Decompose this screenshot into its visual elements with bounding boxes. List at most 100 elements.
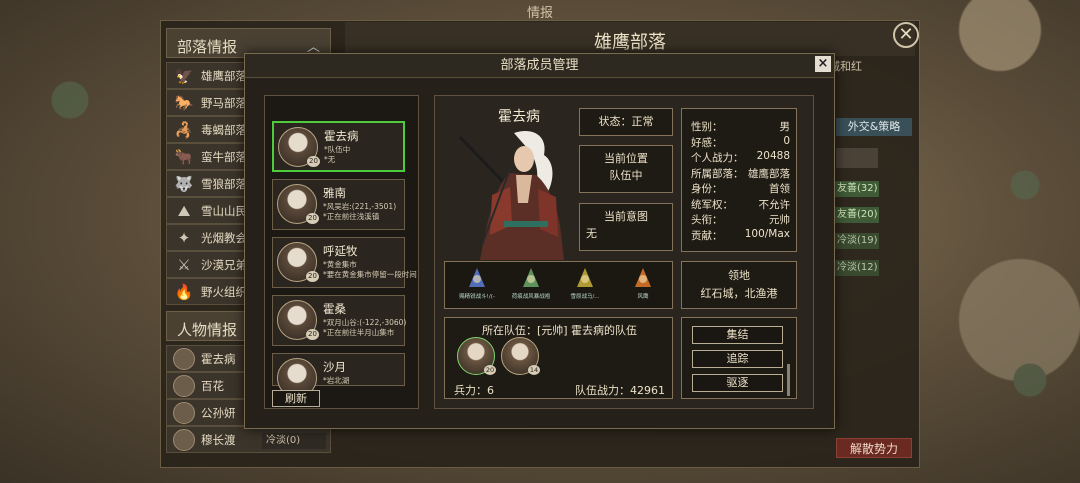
- stat-value: 不允许: [758, 198, 791, 211]
- stat-value: 0: [783, 134, 790, 147]
- phoenix-icon: [635, 268, 651, 287]
- stat-key: 头衔：: [691, 214, 723, 226]
- avatar: [173, 347, 195, 370]
- member-info: *岩北湖: [323, 376, 349, 386]
- member-level: 20: [307, 156, 320, 167]
- relation-cold-label: 冷淡(0): [262, 433, 326, 449]
- team-strength: 兵力：6: [454, 384, 494, 397]
- expel-button[interactable]: 驱逐: [692, 374, 783, 392]
- member-name: 呼延牧: [323, 244, 358, 258]
- equipment-slot[interactable]: 赐精锐战斗!/(-: [455, 262, 499, 308]
- relation-badge: 冷淡(19): [835, 233, 879, 249]
- equipment-slot[interactable]: 荷痕战风暴战袍: [509, 262, 553, 308]
- stat-key: 个人战力：: [691, 152, 744, 164]
- stat-key: 贡献：: [691, 229, 723, 242]
- member-level: 20: [306, 213, 319, 224]
- hero-stats-box: 性别： 男好感： 0 个人战力： 20488 所属部落： 雄鹰部落 身份： 首领 统军权： 不允许头…: [681, 108, 797, 252]
- relation-badge: 友善(32): [835, 181, 879, 197]
- current-intent-value: 无: [586, 227, 597, 240]
- member-info: *黄金集市 *要在黄金集市停留一段时间: [323, 260, 417, 280]
- tribe-section-label: 部落情报: [177, 38, 238, 56]
- background-bar: [836, 148, 878, 168]
- tribe-item-label: 野火组织: [201, 284, 247, 299]
- close-icon[interactable]: ×: [815, 56, 831, 72]
- member-activity: *正在前往半月山集市: [323, 328, 395, 337]
- stat-value: 100/Max: [744, 227, 790, 240]
- member-card[interactable]: 20 呼延牧 *黄金集市 *要在黄金集市停留一段时间: [272, 237, 417, 288]
- team-power: 队伍战力：42961: [575, 384, 665, 397]
- stat-row: 贡献： 100/Max: [691, 228, 790, 244]
- stat-row: 头衔： 元帅: [691, 212, 790, 228]
- current-position-label: 当前位置: [604, 152, 648, 165]
- member-card[interactable]: 沙月 *岩北湖: [272, 353, 405, 398]
- tribe-item-label: 毒蝎部落: [201, 122, 247, 137]
- stat-value: 20488: [756, 150, 790, 162]
- refresh-button[interactable]: 刷新: [272, 390, 320, 407]
- member-activity: *要在黄金集市停留一段时间: [323, 270, 417, 279]
- team-title: 所在队伍：[元帅] 霍去病的队伍: [481, 324, 638, 337]
- avatar: [173, 428, 195, 451]
- member-location: *双月山谷:(-122,-3060): [323, 318, 407, 327]
- robe-icon: [523, 268, 539, 287]
- stat-key: 身份：: [691, 183, 723, 195]
- track-button[interactable]: 追踪: [692, 350, 783, 368]
- member-activity: *无: [324, 155, 336, 164]
- tribe-item-label: 雄鹰部落: [201, 68, 247, 83]
- equipment-label: 荷痕战风暴战袍: [511, 294, 551, 300]
- action-scrollbar[interactable]: [787, 364, 790, 396]
- tribe-emblem-icon: ⛰: [177, 201, 191, 220]
- current-intent-box: 当前意图 无: [579, 203, 673, 251]
- stat-row: 性别： 男: [691, 119, 790, 135]
- team-member-avatar[interactable]: 14: [501, 337, 540, 375]
- hero-name: 霍去病: [498, 109, 540, 125]
- team-member-level: 20: [484, 365, 496, 375]
- avatar: [173, 374, 195, 397]
- tribe-emblem-icon: 🐺: [174, 174, 194, 193]
- member-location: *队伍中: [324, 145, 351, 154]
- member-info: *双月山谷:(-122,-3060) *正在前往半月山集市: [323, 318, 406, 338]
- action-box: 集结 追踪 驱逐: [681, 317, 797, 399]
- stat-row: 统军权： 不允许: [691, 197, 790, 213]
- tab-diplomacy-strategy[interactable]: 外交&策略: [836, 118, 912, 136]
- territory-value: 红石城，北渔港: [700, 287, 778, 300]
- tribe-item-label: 光烟教会: [201, 230, 247, 245]
- team-box: 所在队伍：[元帅] 霍去病的队伍 20 14 兵力：6 队伍战力：42961: [444, 317, 673, 399]
- character-item-label: 公孙妍: [201, 405, 236, 420]
- member-card[interactable]: 20 霍去病 *队伍中 *无: [272, 121, 405, 172]
- current-position-box: 当前位置 队伍中: [579, 145, 673, 193]
- equipment-bar: 赐精锐战斗!/(- 荷痕战风暴战袍 雪原战马/... 风鹰: [444, 261, 673, 309]
- stat-value: 首领: [769, 183, 790, 195]
- member-location: *黄金集市: [323, 260, 357, 269]
- member-level: 20: [306, 329, 319, 340]
- tribe-item-label: 雪狼部落: [201, 176, 247, 191]
- member-card[interactable]: 20 雅南 *风吴岩:(221,-3501) *正在前往浅溪镇: [272, 179, 405, 230]
- avatar: [173, 401, 195, 424]
- member-activity: *正在前往浅溪镇: [323, 212, 380, 221]
- team-member-avatar[interactable]: 20: [457, 337, 496, 375]
- stat-value: 元帅: [769, 214, 790, 226]
- member-name: 沙月: [323, 360, 346, 374]
- tribe-emblem-icon: ✦: [177, 228, 191, 247]
- tribe-emblem-icon: 🐎: [174, 93, 194, 112]
- stat-row: 身份： 首领: [691, 181, 790, 197]
- member-name: 霍去病: [324, 129, 359, 143]
- tribe-title: 雄鹰部落: [345, 22, 915, 56]
- equipment-slot[interactable]: 雪原战马/...: [563, 262, 607, 308]
- tribe-emblem-icon: 🦂: [174, 120, 194, 139]
- tribe-item-label: 野马部落: [201, 95, 247, 110]
- stat-key: 所属部落：: [691, 167, 744, 180]
- equipment-label: 雪原战马/...: [570, 294, 600, 300]
- rally-button[interactable]: 集结: [692, 326, 783, 344]
- status-field: 状态：正常: [579, 108, 673, 136]
- member-location: *风吴岩:(221,-3501): [323, 202, 397, 211]
- tribe-emblem-icon: 🦅: [174, 66, 194, 85]
- member-card[interactable]: 20 霍桑 *双月山谷:(-122,-3060) *正在前往半月山集市: [272, 295, 406, 346]
- dismiss-faction-button[interactable]: 解散势力: [836, 438, 912, 458]
- member-name: 霍桑: [323, 302, 346, 316]
- current-intent-label: 当前意图: [604, 210, 648, 223]
- relation-badge: 冷淡(12): [835, 260, 879, 276]
- stat-row: 好感： 0: [691, 135, 790, 151]
- close-intel-icon[interactable]: ✕: [893, 22, 919, 48]
- relation-badge: 友善(20): [835, 207, 879, 223]
- equipment-slot[interactable]: 风鹰: [621, 262, 665, 308]
